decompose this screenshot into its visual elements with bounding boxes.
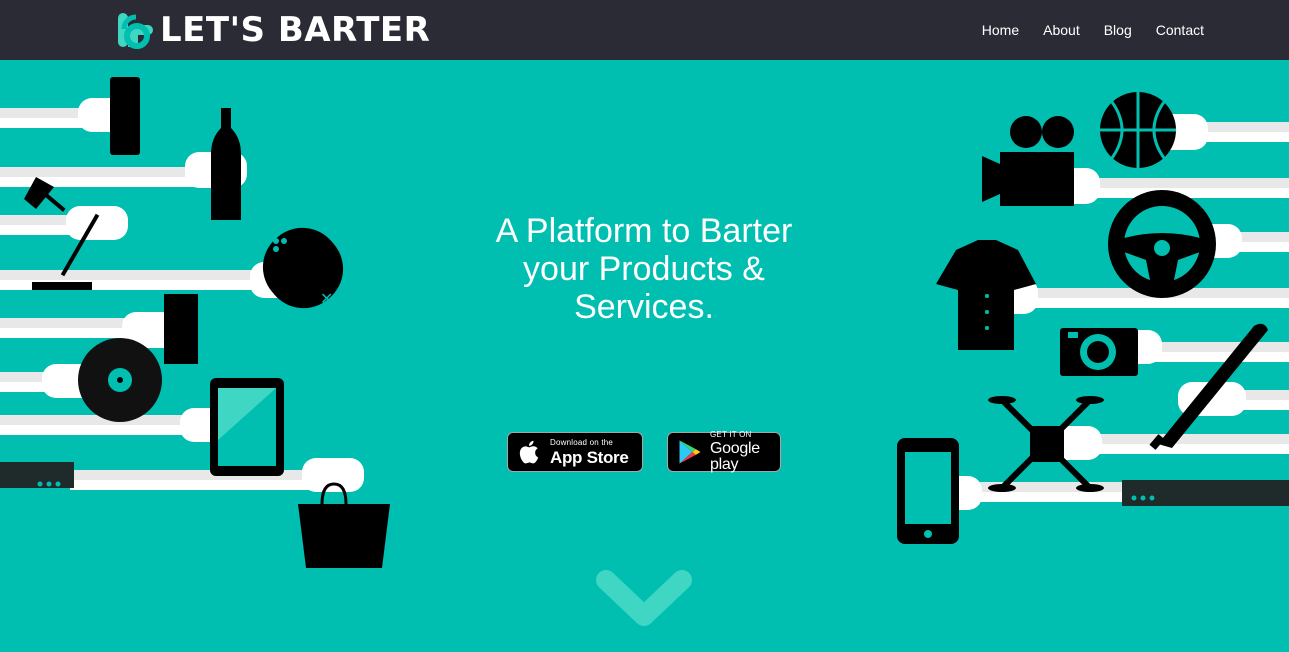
basketball-icon <box>1100 92 1176 168</box>
google-play-small-text: GET IT ON <box>710 430 752 439</box>
app-store-text: Download on the App Store <box>550 437 629 467</box>
right-objects <box>897 92 1289 544</box>
nav-home[interactable]: Home <box>982 22 1019 38</box>
tablet-icon <box>210 378 284 476</box>
left-dots-bar <box>0 462 74 488</box>
shopping-bag-icon <box>298 482 390 568</box>
phone-icon <box>110 77 140 155</box>
main-nav: Home About Blog Contact <box>982 0 1204 60</box>
game-controller-icon: ✕ <box>262 227 344 309</box>
right-dots-bar <box>1122 480 1289 506</box>
google-play-big-text: Google play <box>710 440 760 473</box>
barter-logo-icon <box>118 13 153 49</box>
app-store-big-text: App Store <box>550 447 629 467</box>
ticket-icon <box>164 294 198 364</box>
play-triangle-icon <box>679 440 701 464</box>
brand-name: LET'S BARTER <box>160 10 431 50</box>
app-store-button[interactable]: Download on the App Store <box>507 432 643 472</box>
apple-icon <box>519 440 539 464</box>
steering-wheel-icon <box>1108 190 1216 298</box>
nav-blog[interactable]: Blog <box>1104 22 1132 38</box>
camera-icon <box>1060 328 1138 376</box>
hero-section: ✕ A Platform to Barter your Products & S… <box>0 60 1289 652</box>
brand-logo[interactable]: LET'S BARTER <box>112 9 430 51</box>
hero-headline: A Platform to Barter your Products & Ser… <box>495 212 793 326</box>
google-play-button[interactable]: GET IT ON Google play <box>667 431 781 473</box>
svg-text:✕: ✕ <box>320 289 333 308</box>
top-navbar: LET'S BARTER Home About Blog Contact <box>0 0 1289 60</box>
nav-about[interactable]: About <box>1043 22 1080 38</box>
nav-contact[interactable]: Contact <box>1156 22 1204 38</box>
movie-camera-icon <box>982 116 1074 206</box>
app-store-small-text: Download on the <box>550 437 614 447</box>
google-play-text: GET IT ON Google play <box>710 431 780 473</box>
barter-hands-illustration: ✕ <box>0 77 1289 568</box>
vinyl-record-icon <box>78 338 162 422</box>
wine-bottle-icon <box>211 108 241 220</box>
smartphone-icon <box>897 438 959 544</box>
chevron-down-icon[interactable] <box>594 568 694 634</box>
